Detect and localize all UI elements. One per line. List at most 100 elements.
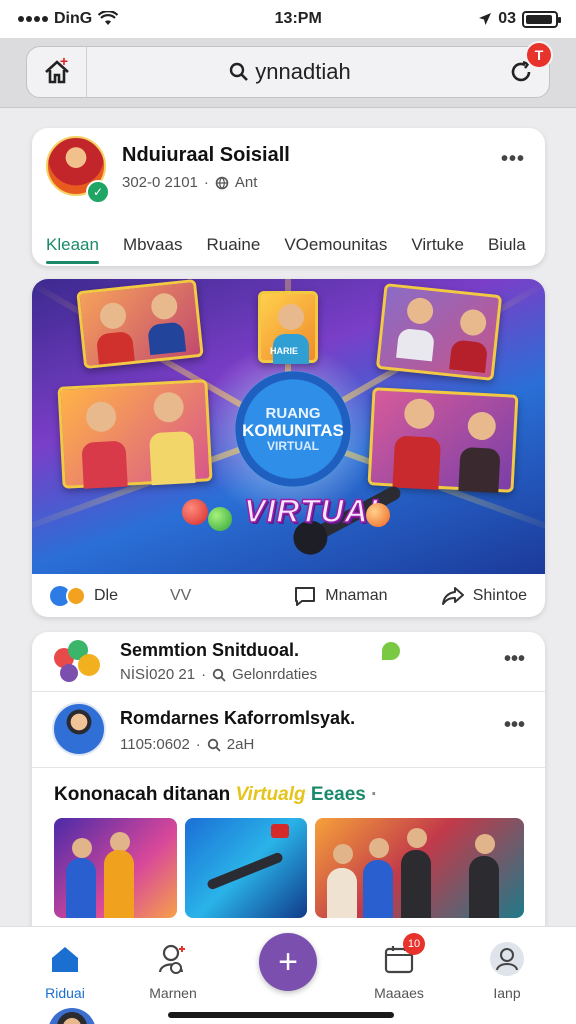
pin-icon — [382, 642, 400, 660]
badge-line1: RUANG — [265, 404, 321, 422]
status-right-text: 03 — [498, 10, 516, 27]
post2-title: Romdarnes Kaforromlsyak. — [120, 708, 356, 728]
photo-duo-top-left — [76, 279, 204, 370]
profile-card: ✓ Nduiuraal Soisiall 302-0 2101 · Ant ••… — [32, 128, 545, 266]
tab-mbvaas[interactable]: Mbvaas — [123, 224, 183, 266]
comment-icon — [295, 586, 316, 606]
photo-duo-right — [367, 387, 519, 493]
orb-orange — [366, 503, 390, 527]
feed-post-2[interactable]: Romdarnes Kaforromlsyak. 1105:0602 · 2aH… — [32, 692, 545, 768]
more-icon[interactable]: ••• — [504, 648, 525, 671]
post1-date: NİSİ020 21 — [120, 666, 196, 683]
nav-messages[interactable]: 10 Maaaes — [354, 933, 444, 1001]
search-field[interactable]: ynnadtiah — [87, 59, 493, 85]
messages-badge: 10 — [403, 933, 425, 955]
like-label: Dle — [94, 586, 119, 604]
nav-members[interactable]: Marnen — [128, 939, 218, 1001]
globe-icon — [215, 176, 229, 189]
views-label: VV — [170, 586, 192, 604]
tab-kleaan[interactable]: Kleaan — [46, 224, 99, 266]
orb-green — [208, 507, 232, 531]
thumbnail-row — [54, 818, 524, 918]
section-suffix: Eeaes — [310, 784, 366, 805]
feed-card: Semmtion Snitduoal. NİSİ020 21 · Gelonrd… — [32, 632, 545, 932]
badge-line2: KOMUNITAS — [242, 420, 344, 440]
tab-ruaine[interactable]: Ruaine — [206, 224, 260, 266]
tab-biula[interactable]: Biula — [488, 224, 526, 266]
section-dot: · — [371, 784, 378, 805]
meta-separator: · — [195, 736, 201, 753]
post1-title: Semmtion Snitduoal. — [120, 640, 300, 660]
profile-meta-label: Ant — [234, 174, 258, 191]
photo-duo-top-right — [375, 283, 503, 381]
share-button[interactable]: Shintoe — [441, 584, 527, 608]
tab-voemounitas[interactable]: VOemounitas — [284, 224, 387, 266]
status-time: 13:PM — [274, 10, 322, 27]
nav-profile[interactable]: Ianp — [462, 939, 552, 1001]
thumbnail-group[interactable] — [315, 818, 524, 918]
add-icon: + — [278, 942, 298, 981]
post2-meta: 1105:0602 · 2aH — [120, 736, 254, 753]
search-bar[interactable]: + ynnadtiah T — [26, 41, 553, 98]
profile-name[interactable]: Nduiuraal Soisiall — [122, 144, 290, 167]
notification-badge[interactable]: T — [525, 41, 553, 69]
share-label: Shintoe — [472, 586, 527, 604]
post2-label: 2aH — [226, 736, 255, 753]
nav-profile-label: Ianp — [493, 985, 521, 1001]
wifi-icon — [98, 11, 119, 25]
comment-button[interactable]: Mnaman — [240, 584, 441, 608]
love-reaction-icon — [66, 585, 86, 606]
tab-virtuke[interactable]: Virtuke — [411, 224, 464, 266]
banner-image[interactable]: HARIE RUANG KOMUNITAS VIRTUAL VIRTUAL — [32, 279, 545, 574]
status-bar: DinG 13:PM 03 — [0, 0, 576, 38]
nav-home[interactable]: Riduai — [20, 939, 110, 1001]
search-text: ynnadtiah — [255, 59, 351, 84]
post2-avatar[interactable] — [52, 702, 106, 756]
header: + ynnadtiah T — [0, 38, 576, 108]
search-small-icon — [207, 738, 221, 752]
home-indicator — [168, 1012, 394, 1018]
feed-post-1[interactable]: Semmtion Snitduoal. NİSİ020 21 · Gelonrd… — [32, 632, 545, 692]
badge-line3: VIRTUAL — [267, 438, 319, 453]
carrier-label: DinG — [54, 10, 93, 27]
bottom-nav: Riduai Marnen + 10 Maaaes Ianp — [0, 926, 576, 1024]
home-icon — [45, 939, 85, 979]
nav-members-label: Marnen — [149, 985, 197, 1001]
more-icon[interactable]: ••• — [501, 148, 525, 171]
home-button[interactable]: + — [27, 47, 87, 97]
orb-red — [182, 499, 208, 525]
section-highlight: Virtualg — [235, 784, 306, 805]
reactions[interactable]: Dle — [50, 585, 170, 606]
battery-icon — [521, 10, 561, 28]
meta-separator: · — [203, 174, 209, 191]
status-left: DinG — [18, 10, 119, 28]
profile-date: 302-0 2101 — [122, 174, 198, 191]
post1-meta: NİSİ020 21 · Gelonrdaties — [120, 666, 317, 683]
banner-card: HARIE RUANG KOMUNITAS VIRTUAL VIRTUAL Dl… — [32, 279, 545, 617]
person-icon — [153, 939, 193, 979]
add-button[interactable]: + — [259, 933, 317, 991]
comment-label: Mnaman — [325, 586, 388, 604]
section-prefix: Kononacah ditanan — [54, 784, 231, 805]
more-icon[interactable]: ••• — [504, 714, 525, 737]
thumbnail-concert[interactable] — [54, 818, 177, 918]
nav-messages-label: Maaaes — [374, 985, 424, 1001]
calendar-icon: 10 — [379, 933, 425, 979]
thumbnail-guitar[interactable] — [184, 818, 308, 918]
profile-tabs: Kleaan Mbvaas Ruaine VOemounitas Virtuke… — [32, 224, 545, 266]
search-icon — [230, 62, 249, 81]
search-small-icon — [212, 668, 226, 682]
signal-icon — [18, 16, 48, 22]
home-plus-icon: + — [59, 53, 68, 69]
profile-meta: 302-0 2101 · Ant — [122, 174, 257, 191]
status-right: 03 — [478, 10, 561, 28]
center-badge: RUANG KOMUNITAS VIRTUAL — [235, 371, 351, 487]
balloons-icon — [54, 640, 104, 684]
section-heading: Kononacah ditanan Virtualg Eeaes · — [54, 784, 377, 806]
banner-actions: Dle VV Mnaman Shintoe — [32, 574, 545, 617]
nav-home-label: Riduai — [45, 985, 85, 1001]
refresh-button[interactable]: T — [493, 41, 553, 97]
location-icon — [479, 13, 492, 25]
share-icon — [441, 586, 464, 605]
photo-duo-left — [57, 379, 213, 489]
